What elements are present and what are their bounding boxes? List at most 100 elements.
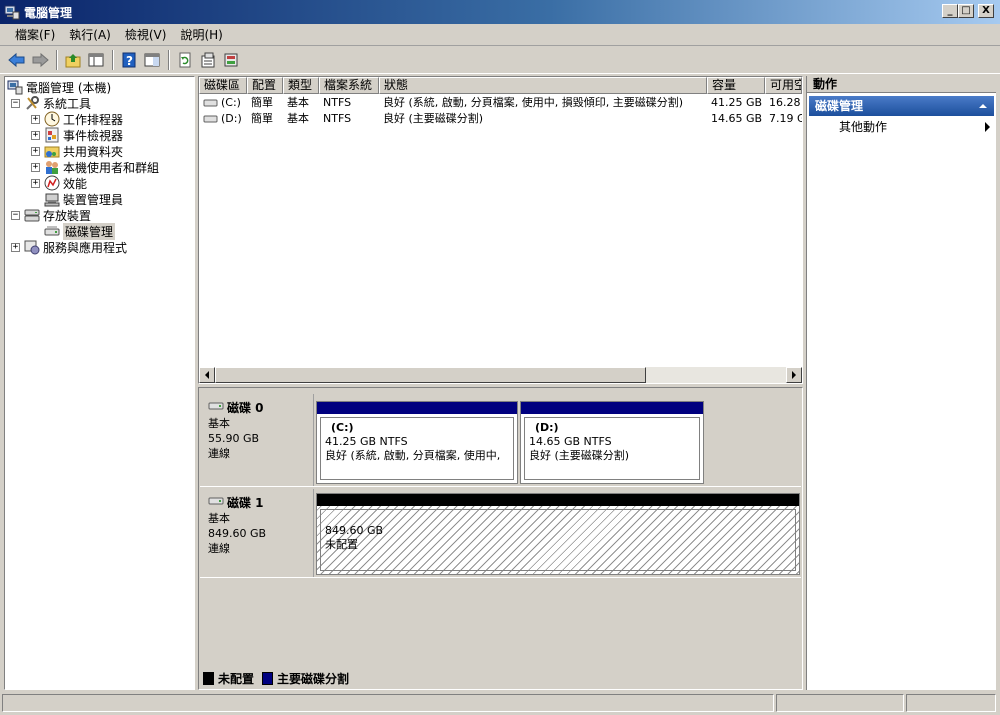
column-header-capacity[interactable]: 容量	[707, 77, 765, 94]
tree-item[interactable]: − 系統工具	[7, 95, 194, 111]
minimize-button[interactable]: _	[942, 4, 958, 18]
console-tree: 電腦管理 (本機) − 系統工具 + 工作排程器 + 事件檢視器 + 共用資料夾 + 本機使用者和…	[4, 76, 195, 690]
storage-icon	[24, 207, 40, 223]
window-title: 電腦管理	[24, 5, 73, 20]
collapse-icon[interactable]: −	[11, 210, 20, 220]
disk-row[interactable]: 磁碟 1 基本 849.60 GB 連線 849.60 GB 未配置	[200, 489, 801, 578]
action-more-actions[interactable]: 其他動作	[807, 116, 996, 138]
cell-fs: NTFS	[323, 96, 352, 109]
help-icon[interactable]: ?	[118, 49, 140, 71]
disk-name-line: 磁碟 1	[208, 495, 313, 511]
menu-action[interactable]: 執行(A)	[62, 26, 118, 43]
partition-size: 14.65 GB NTFS	[529, 435, 612, 448]
tree-item[interactable]: 裝置管理員	[7, 191, 194, 207]
show-hide-tree-icon[interactable]	[85, 49, 107, 71]
legend: 未配置 主要磁碟分割	[203, 669, 349, 687]
disk-name: 磁碟 1	[227, 495, 264, 510]
tree-item[interactable]: + 本機使用者和群組	[7, 159, 194, 175]
tree-root[interactable]: 電腦管理 (本機)	[7, 79, 194, 95]
partition-size: 41.25 GB NTFS	[325, 435, 408, 448]
menu-help[interactable]: 說明(H)	[173, 26, 229, 43]
computer-management-icon	[4, 4, 20, 20]
column-header-status[interactable]: 狀態	[379, 77, 707, 94]
tree-item[interactable]: + 效能	[7, 175, 194, 191]
cell-type: 基本	[287, 96, 309, 109]
legend-label-unallocated: 未配置	[218, 671, 255, 686]
partition-status: 良好 (系統, 啟動, 分頁檔案, 使用中,	[325, 449, 501, 462]
tree-item-label: 系統工具	[43, 96, 92, 111]
show-hide-action-pane-icon[interactable]	[141, 49, 163, 71]
table-row[interactable]: (D:) 簡單 基本 NTFS 良好 (主要磁碟分割) 14.65 GB 7.19 G	[199, 111, 802, 127]
table-row[interactable]: (C:) 簡單 基本 NTFS 良好 (系統, 啟動, 分頁檔案, 使用中, 損毀傾印,…	[199, 95, 802, 111]
disk-name: 磁碟 0	[227, 400, 264, 415]
disk-row[interactable]: 磁碟 0 基本 55.90 GB 連線 (C:) 41.25 GB NTFS 良…	[200, 394, 801, 487]
column-header-volume[interactable]: 磁碟區	[199, 77, 247, 94]
export-icon[interactable]	[220, 49, 242, 71]
tree-item[interactable]: + 服務與應用程式	[7, 239, 194, 255]
tree-item[interactable]: + 工作排程器	[7, 111, 194, 127]
clock-icon	[44, 111, 60, 127]
collapse-icon[interactable]: −	[11, 98, 20, 108]
refresh-icon[interactable]	[174, 49, 196, 71]
close-button[interactable]: X	[978, 4, 994, 18]
expand-icon[interactable]: +	[31, 130, 40, 140]
toolbar-separator	[112, 50, 114, 70]
expand-icon[interactable]: +	[31, 146, 40, 156]
disk-label[interactable]: 磁碟 0 基本 55.90 GB 連線	[200, 394, 314, 486]
partition-c[interactable]: (C:) 41.25 GB NTFS 良好 (系統, 啟動, 分頁檔案, 使用中…	[316, 401, 518, 484]
column-header-free[interactable]: 可用空	[765, 77, 802, 94]
tree-item[interactable]: 磁碟管理	[7, 222, 194, 240]
tools-icon	[24, 95, 40, 111]
computer-management-icon	[7, 79, 23, 95]
back-icon[interactable]	[6, 49, 28, 71]
action-section-disk-management[interactable]: 磁碟管理	[809, 96, 994, 116]
column-header-layout[interactable]: 配置	[247, 77, 283, 94]
action-section-label: 磁碟管理	[815, 99, 864, 113]
horizontal-scrollbar[interactable]	[199, 367, 802, 383]
expand-icon[interactable]: +	[31, 114, 40, 124]
expand-icon[interactable]: +	[11, 242, 20, 252]
expand-icon[interactable]: +	[31, 178, 40, 188]
maximize-button[interactable]: □	[958, 4, 974, 18]
tree-root-label: 電腦管理 (本機)	[26, 80, 112, 95]
tree-item-label: 裝置管理員	[63, 192, 124, 207]
legend-swatch-primary	[262, 671, 274, 685]
scroll-thumb[interactable]	[215, 367, 646, 383]
tree-item[interactable]: + 事件檢視器	[7, 127, 194, 143]
tree-item-label: 事件檢視器	[63, 128, 124, 143]
forward-icon[interactable]	[29, 49, 51, 71]
cell-volume: (D:)	[199, 111, 247, 127]
disk-label[interactable]: 磁碟 1 基本 849.60 GB 連線	[200, 489, 314, 577]
scroll-right-button[interactable]	[786, 367, 802, 383]
cell-free: 7.19 G	[769, 112, 802, 125]
volume-icon	[203, 96, 221, 109]
partition-d[interactable]: (D:) 14.65 GB NTFS 良好 (主要磁碟分割)	[520, 401, 704, 484]
performance-icon	[44, 175, 60, 191]
title-bar[interactable]: 電腦管理 _ □ X	[0, 0, 1000, 24]
column-header-filesystem[interactable]: 檔案系統	[319, 77, 379, 94]
disk-graphical-view: 磁碟 0 基本 55.90 GB 連線 (C:) 41.25 GB NTFS 良…	[198, 387, 803, 690]
toolbar-separator	[168, 50, 170, 70]
tree-item[interactable]: − 存放裝置	[7, 207, 194, 223]
action-pane-header: 動作	[807, 76, 996, 93]
scroll-left-button[interactable]	[199, 367, 215, 383]
expand-icon[interactable]: +	[31, 162, 40, 172]
legend-label-primary: 主要磁碟分割	[277, 671, 350, 686]
menu-file[interactable]: 檔案(F)	[8, 26, 62, 43]
tree-item-label: 服務與應用程式	[43, 240, 128, 255]
cell-status: 良好 (系統, 啟動, 分頁檔案, 使用中, 損毀傾印, 主要磁碟分割)	[383, 96, 684, 109]
properties-icon[interactable]	[197, 49, 219, 71]
disk-size: 849.60 GB	[208, 527, 267, 540]
unallocated-region[interactable]: 849.60 GB 未配置	[316, 493, 800, 575]
unallocated-body: 849.60 GB 未配置	[320, 509, 796, 571]
tree-item[interactable]: + 共用資料夾	[7, 143, 194, 159]
up-folder-icon[interactable]	[62, 49, 84, 71]
status-pane-2	[776, 694, 904, 712]
column-header-type[interactable]: 類型	[283, 77, 319, 94]
menu-view[interactable]: 檢視(V)	[118, 26, 174, 43]
partition-status: 良好 (主要磁碟分割)	[529, 449, 630, 462]
toolbar: ?	[0, 47, 1000, 74]
volume-icon	[203, 112, 221, 125]
menu-bar: 檔案(F) 執行(A) 檢視(V) 說明(H)	[0, 24, 1000, 46]
partition-body: (C:) 41.25 GB NTFS 良好 (系統, 啟動, 分頁檔案, 使用中…	[320, 417, 514, 480]
